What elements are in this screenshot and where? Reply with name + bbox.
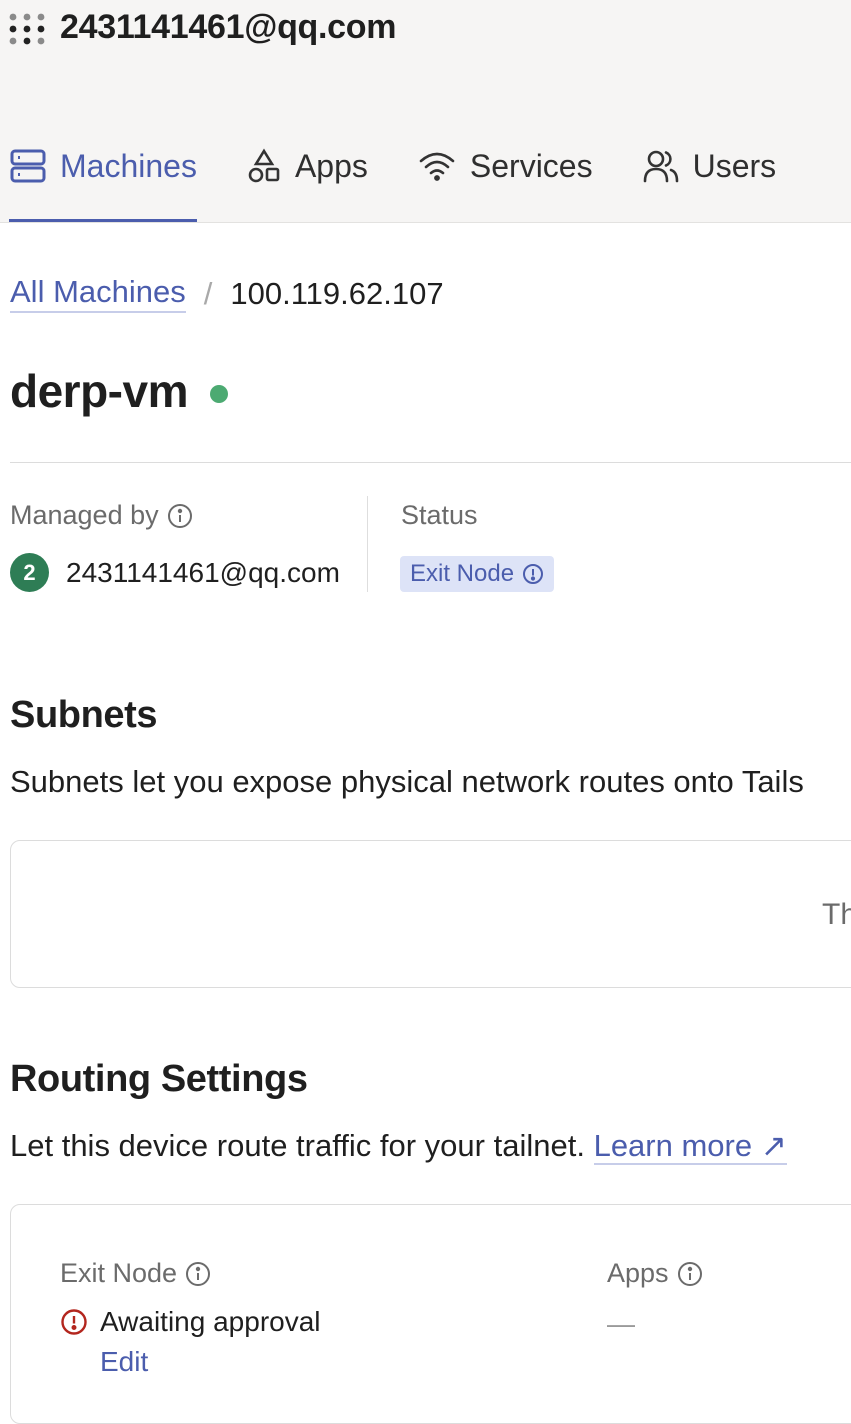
account-switcher[interactable]: 2431141461@qq.com [8,8,396,47]
info-icon[interactable] [677,1261,703,1287]
top-bar: 2431141461@qq.com Machines Apps Services [0,0,851,223]
status-badge[interactable]: Exit Node [400,556,555,592]
exit-node-status-text: Awaiting approval [100,1306,321,1337]
tab-label: Services [469,147,593,184]
badge-label: Exit Node [410,560,515,587]
grid-dots-icon [9,13,45,44]
info-icon[interactable] [167,503,193,529]
divider [10,462,851,463]
apps-label: Apps [607,1258,703,1289]
info-icon[interactable] [185,1261,211,1287]
warning-circle-icon [61,1309,87,1335]
apps-text: Apps [607,1258,669,1288]
tab-label: Users [692,147,777,184]
online-status-dot [209,385,228,403]
avatar: 2 [10,553,49,592]
users-icon [643,150,678,183]
managed-by-text: Managed by [10,500,159,530]
breadcrumb-separator: / [203,275,213,311]
breadcrumb: All Machines / 100.119.62.107 [10,274,444,313]
breadcrumb-current: 100.119.62.107 [230,275,444,311]
account-email: 2431141461@qq.com [60,8,397,46]
learn-more-link[interactable]: Learn more ↗ [593,1128,787,1165]
subnets-description: Subnets let you expose physical network … [10,764,804,799]
server-icon [10,149,46,183]
status-text: Status [401,500,478,530]
tab-users[interactable]: Users [643,138,777,194]
routing-description: Let this device route traffic for your t… [10,1128,787,1165]
routing-title: Routing Settings [10,1058,308,1100]
exit-node-label: Exit Node [60,1258,211,1289]
tab-label: Machines [60,147,197,184]
tab-machines[interactable]: Machines [9,138,197,222]
managed-by-label: Managed by [10,500,193,531]
owner: 2 2431141461@qq.com [10,553,340,592]
vertical-divider [367,496,368,592]
routing-description-text: Let this device route traffic for your t… [10,1128,585,1163]
apps-shapes-icon [248,148,280,183]
subnets-card-text: Th [822,898,851,931]
subnets-title: Subnets [10,694,158,736]
tab-apps[interactable]: Apps [247,138,368,194]
status-label: Status [401,500,478,531]
edit-exit-node-link[interactable]: Edit [100,1346,148,1378]
wifi-icon [419,152,455,181]
subnets-card [10,840,851,988]
exit-node-text: Exit Node [60,1258,178,1288]
apps-value: — [607,1308,635,1339]
page-title: derp-vm [10,364,228,418]
owner-email: 2431141461@qq.com [66,556,340,588]
main-tabs: Machines Apps Services Users [0,138,816,222]
exit-node-status: Awaiting approval [60,1306,321,1338]
tab-services[interactable]: Services [418,138,593,194]
breadcrumb-all-machines[interactable]: All Machines [10,274,186,313]
tab-label: Apps [294,147,368,184]
alert-circle-icon [523,564,544,584]
machine-name: derp-vm [10,365,188,417]
